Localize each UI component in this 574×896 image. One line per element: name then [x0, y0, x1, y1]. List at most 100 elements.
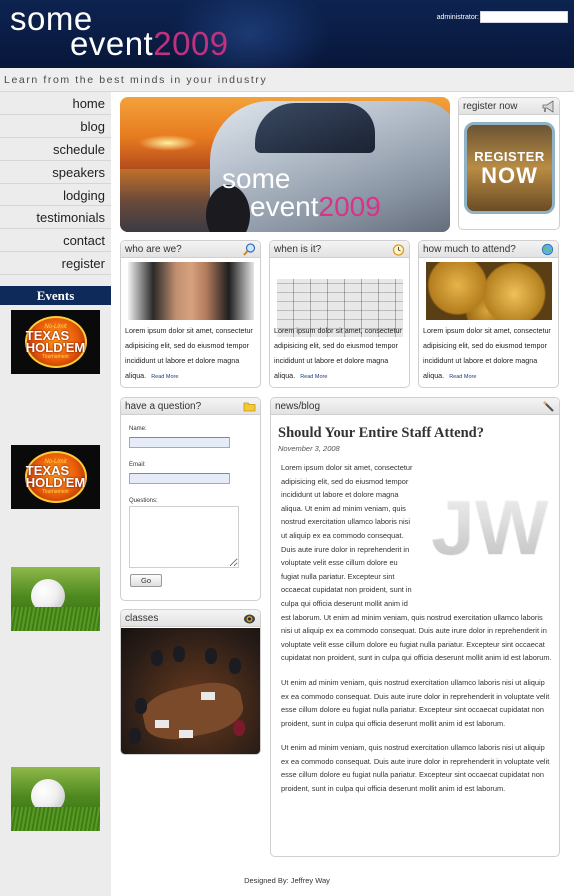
attendee: [233, 720, 245, 736]
sunset-glow: [138, 135, 198, 151]
questions-label: Questions:: [129, 498, 158, 504]
logo-line2[interactable]: event2009: [70, 26, 229, 62]
nav-item-blog[interactable]: blog: [0, 115, 111, 138]
classes-box-title: classes: [125, 613, 159, 624]
news-box: news/blog Should Your Entire Staff Atten…: [270, 397, 560, 857]
site-header: some event2009 administrator:: [0, 0, 574, 68]
coins-image: [426, 262, 552, 320]
email-label: Email:: [129, 462, 146, 468]
news-box-title: news/blog: [275, 401, 321, 412]
paper: [201, 692, 215, 700]
admin-label: administrator:: [436, 13, 479, 21]
classes-box: classes: [120, 609, 261, 755]
post-date: November 3, 2008: [278, 444, 340, 453]
info-box-header: when is it?: [270, 241, 409, 258]
sidebar: home blog schedule speakers lodging test…: [0, 92, 111, 896]
folder-icon: [243, 402, 256, 412]
conference-table: [138, 676, 248, 746]
news-box-header: news/blog: [271, 398, 559, 415]
question-form: Name: Email: Questions:: [129, 426, 249, 568]
info-box-title: how much to attend?: [423, 244, 516, 255]
events-heading: Events: [0, 286, 111, 305]
magnifier-icon: [243, 243, 256, 256]
register-now-line1: REGISTER: [474, 148, 545, 164]
holdem-main-text: TEXAS HOLD'EM: [25, 463, 86, 490]
register-box-header: register now: [459, 98, 559, 115]
holdem-main-text: TEXAS HOLD'EM: [25, 328, 86, 355]
hero-line2: event2009: [220, 193, 381, 221]
event-thumb-golf-1[interactable]: [11, 567, 100, 632]
hero-logo: some event2009: [220, 165, 381, 221]
info-box-cost: how much to attend? Lorem ipsum dolor si…: [418, 240, 559, 388]
pencil-icon: [543, 401, 554, 412]
read-more-link[interactable]: Read More: [300, 374, 327, 380]
post-paragraph: Ut enim ad minim veniam, quis nostrud ex…: [281, 677, 550, 728]
nav-item-home[interactable]: home: [0, 92, 111, 115]
info-box-title: when is it?: [274, 244, 322, 255]
tagline: Learn from the best minds in your indust…: [0, 68, 574, 92]
footer-credit: Designed By: Jeffrey Way: [244, 876, 330, 885]
grass-image: [11, 807, 100, 832]
nav-item-contact[interactable]: contact: [0, 229, 111, 253]
info-box-body: Lorem ipsum dolor sit amet, consectetur …: [423, 326, 551, 380]
classroom-image: [121, 628, 260, 754]
info-box-when: when is it? Lorem ipsum dolor sit amet, …: [269, 240, 410, 388]
nav-item-register[interactable]: register: [0, 252, 111, 276]
grass-image: [11, 607, 100, 632]
nav-item-testimonials[interactable]: testimonials: [0, 206, 111, 230]
hero-line1: some: [222, 163, 291, 194]
paper: [179, 730, 193, 738]
register-now-button[interactable]: REGISTER NOW: [464, 122, 555, 214]
clock-icon: [392, 244, 405, 256]
info-box-header: who are we?: [121, 241, 260, 258]
post-paragraph: Ut enim ad minim veniam, quis nostrud ex…: [281, 743, 550, 794]
paper: [155, 720, 169, 728]
car-window: [255, 103, 375, 153]
go-button[interactable]: Go: [130, 574, 162, 587]
hero-event-text: event: [250, 191, 319, 222]
questions-field[interactable]: [129, 506, 239, 568]
classes-box-header: classes: [121, 610, 260, 627]
read-more-link[interactable]: Read More: [151, 374, 178, 380]
attendee: [173, 646, 185, 662]
info-box-body: Lorem ipsum dolor sit amet, consectetur …: [125, 326, 253, 380]
holdem-bottom-text: Tournament: [42, 489, 69, 495]
megaphone-icon: [542, 100, 554, 113]
attendee: [129, 728, 141, 744]
admin-login: administrator:: [437, 11, 568, 23]
post-body: JW Lorem ipsum dolor sit amet, consectet…: [281, 461, 553, 807]
attendee: [229, 658, 241, 674]
handshake-image: [128, 262, 254, 320]
info-box-header: how much to attend?: [419, 241, 558, 258]
nav-item-schedule[interactable]: schedule: [0, 138, 111, 161]
event-thumb-holdem-1[interactable]: No-Limit TEXAS HOLD'EM Tournament: [11, 310, 100, 374]
event-thumb-holdem-2[interactable]: No-Limit TEXAS HOLD'EM Tournament: [11, 445, 100, 509]
info-box-title: who are we?: [125, 244, 182, 255]
info-box-body: Lorem ipsum dolor sit amet, consectetur …: [274, 326, 402, 380]
question-box-title: have a question?: [125, 401, 202, 412]
nav-item-speakers[interactable]: speakers: [0, 161, 111, 184]
info-box-text: Lorem ipsum dolor sit amet, consectetur …: [125, 323, 259, 385]
name-field[interactable]: [129, 437, 230, 448]
question-box: have a question? Name: Email: Questions:…: [120, 397, 261, 601]
logo-year: 2009: [153, 25, 229, 62]
jw-logo: JW: [421, 487, 553, 599]
post-title[interactable]: Should Your Entire Staff Attend?: [278, 425, 484, 442]
holdem-badge: No-Limit TEXAS HOLD'EM Tournament: [24, 316, 87, 368]
event-thumb-golf-2[interactable]: [11, 767, 100, 832]
globe-icon: [541, 243, 554, 256]
read-more-link[interactable]: Read More: [449, 374, 476, 380]
attendee: [151, 650, 163, 666]
email-field[interactable]: [129, 473, 230, 484]
holdem-badge: No-Limit TEXAS HOLD'EM Tournament: [24, 451, 87, 503]
name-label: Name:: [129, 426, 147, 432]
nav-item-lodging[interactable]: lodging: [0, 184, 111, 207]
register-box-title: register now: [463, 101, 518, 112]
hero-year: 2009: [318, 191, 381, 222]
attendee: [205, 648, 217, 664]
info-box-text: Lorem ipsum dolor sit amet, consectetur …: [274, 323, 408, 385]
admin-input[interactable]: [480, 11, 568, 23]
camera-icon: [244, 614, 255, 624]
info-box-who: who are we? Lorem ipsum dolor sit amet, …: [120, 240, 261, 388]
jw-logo-text: JW: [431, 483, 548, 571]
